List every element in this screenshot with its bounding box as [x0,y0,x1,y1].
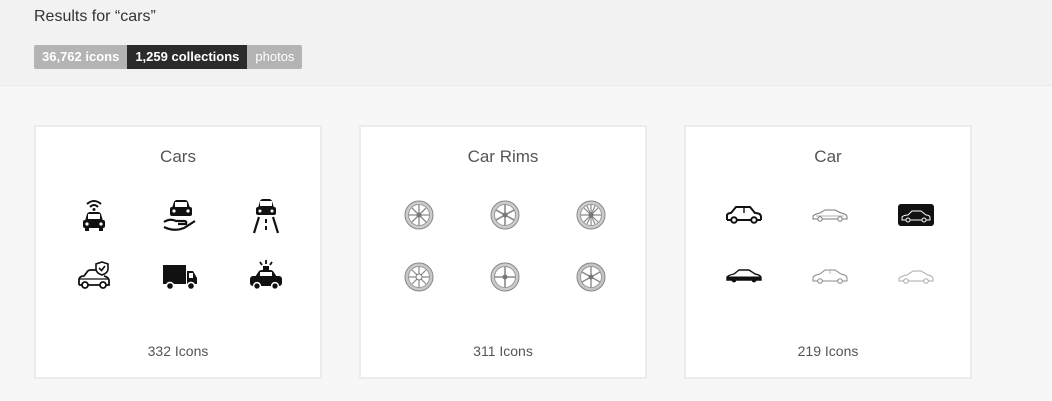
collection-title: Cars [160,147,196,166]
collection-card-car[interactable]: Car 219 Icons [684,125,972,379]
collection-cards: Cars 332 Icons Car Rims 311 Icons Car 21… [0,0,1052,401]
collection-title: Car Rims [467,147,539,166]
sedan-solid-icon [724,257,764,297]
rim-icon [399,195,439,235]
rim-icon [571,257,611,297]
rim-icon [571,195,611,235]
collection-title: Car [814,147,842,166]
car-insurance-shield-icon [74,257,114,297]
car-on-road-icon [246,195,286,235]
delivery-truck-icon [160,257,200,297]
rim-icon [399,257,439,297]
collection-icon-count: 219 Icons [797,343,859,359]
rim-icon [485,195,525,235]
sedan-thin-icon [810,257,850,297]
collection-icon-grid [704,195,956,315]
collection-card-cars[interactable]: Cars 332 Icons [34,125,322,379]
rim-icon [485,257,525,297]
collection-icon-grid [379,195,631,315]
collection-icon-count: 332 Icons [147,343,209,359]
collection-card-car-rims[interactable]: Car Rims 311 Icons [359,125,647,379]
collection-icon-count: 311 Icons [473,343,533,359]
collection-icon-grid [54,195,306,315]
sedan-thin-icon [810,195,850,235]
car-in-hand-icon [160,195,200,235]
police-car-icon [246,257,286,297]
coupe-thin-icon [896,257,936,297]
car-badge-filled-icon [896,195,936,235]
hatchback-outline-icon [724,195,764,235]
connected-car-icon [74,195,114,235]
